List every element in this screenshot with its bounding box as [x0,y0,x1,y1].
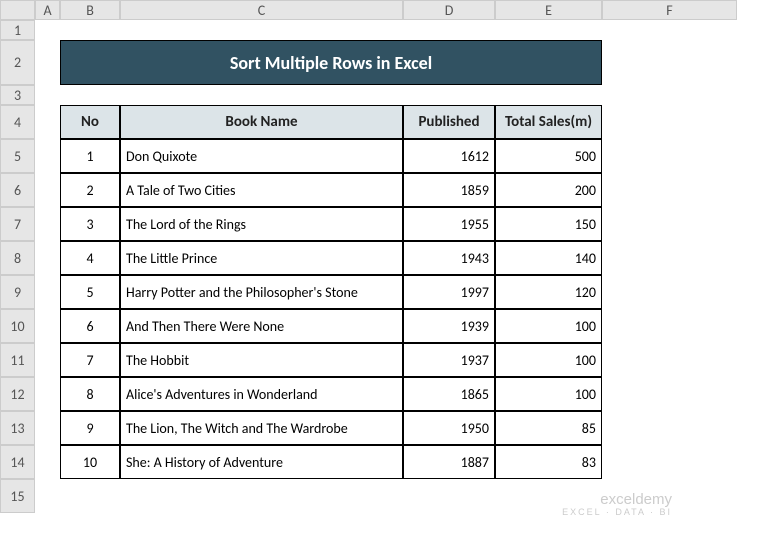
cell-name[interactable]: Alice's Adventures in Wonderland [120,377,403,411]
row-header-13[interactable]: 13 [0,411,35,445]
cell-sales[interactable]: 85 [495,411,602,445]
row-header-5[interactable]: 5 [0,139,35,173]
row-header-3[interactable]: 3 [0,85,35,105]
row-header-4[interactable]: 4 [0,105,35,139]
cell-sales[interactable]: 500 [495,139,602,173]
cell-no[interactable]: 3 [60,207,120,241]
cell-sales[interactable]: 200 [495,173,602,207]
cell-published[interactable]: 1865 [403,377,495,411]
cell-sales[interactable]: 100 [495,343,602,377]
col-header-D[interactable]: D [403,0,495,20]
cell-published[interactable]: 1997 [403,275,495,309]
cell-published[interactable]: 1859 [403,173,495,207]
cell-sales[interactable]: 83 [495,445,602,479]
row-header-1[interactable]: 1 [0,20,35,40]
cell-name[interactable]: The Lion, The Witch and The Wardrobe [120,411,403,445]
cell-sales[interactable]: 140 [495,241,602,275]
cell-name[interactable]: She: A History of Adventure [120,445,403,479]
row-header-10[interactable]: 10 [0,309,35,343]
col-header-F[interactable]: F [602,0,737,20]
row-header-7[interactable]: 7 [0,207,35,241]
cell-no[interactable]: 8 [60,377,120,411]
spreadsheet-grid[interactable]: A B C D E F 1 2 3 4 5 6 7 8 9 10 11 12 1… [0,0,737,513]
cell-name[interactable]: Harry Potter and the Philosopher's Stone [120,275,403,309]
title-cell[interactable]: Sort Multiple Rows in Excel [60,40,602,85]
cell-no[interactable]: 1 [60,139,120,173]
table-header-no[interactable]: No [60,105,120,139]
cell-published[interactable]: 1612 [403,139,495,173]
col-header-E[interactable]: E [495,0,602,20]
cell-no[interactable]: 10 [60,445,120,479]
table-header-published[interactable]: Published [403,105,495,139]
cell-published[interactable]: 1937 [403,343,495,377]
row-header-9[interactable]: 9 [0,275,35,309]
cell-sales[interactable]: 100 [495,309,602,343]
cell-no[interactable]: 2 [60,173,120,207]
cell-published[interactable]: 1939 [403,309,495,343]
cell-no[interactable]: 4 [60,241,120,275]
cell-sales[interactable]: 100 [495,377,602,411]
row-header-2[interactable]: 2 [0,40,35,85]
row-header-15[interactable]: 15 [0,479,35,513]
cell-sales[interactable]: 150 [495,207,602,241]
row-header-12[interactable]: 12 [0,377,35,411]
cell-no[interactable]: 7 [60,343,120,377]
table-header-total-sales[interactable]: Total Sales(m) [495,105,602,139]
row-header-14[interactable]: 14 [0,445,35,479]
cell-name[interactable]: A Tale of Two Cities [120,173,403,207]
row-header-8[interactable]: 8 [0,241,35,275]
cell-published[interactable]: 1887 [403,445,495,479]
col-header-A[interactable]: A [35,0,60,20]
row-header-6[interactable]: 6 [0,173,35,207]
cell-name[interactable]: The Hobbit [120,343,403,377]
cell-published[interactable]: 1950 [403,411,495,445]
cell-name[interactable]: The Little Prince [120,241,403,275]
cell-published[interactable]: 1955 [403,207,495,241]
cell-sales[interactable]: 120 [495,275,602,309]
select-all[interactable] [0,0,35,20]
cell-no[interactable]: 5 [60,275,120,309]
col-header-B[interactable]: B [60,0,120,20]
cell-no[interactable]: 9 [60,411,120,445]
cell-name[interactable]: And Then There Were None [120,309,403,343]
table-header-book-name[interactable]: Book Name [120,105,403,139]
cell-name[interactable]: Don Quixote [120,139,403,173]
cell-no[interactable]: 6 [60,309,120,343]
row-header-11[interactable]: 11 [0,343,35,377]
cell-name[interactable]: The Lord of the Rings [120,207,403,241]
col-header-C[interactable]: C [120,0,403,20]
cell-published[interactable]: 1943 [403,241,495,275]
